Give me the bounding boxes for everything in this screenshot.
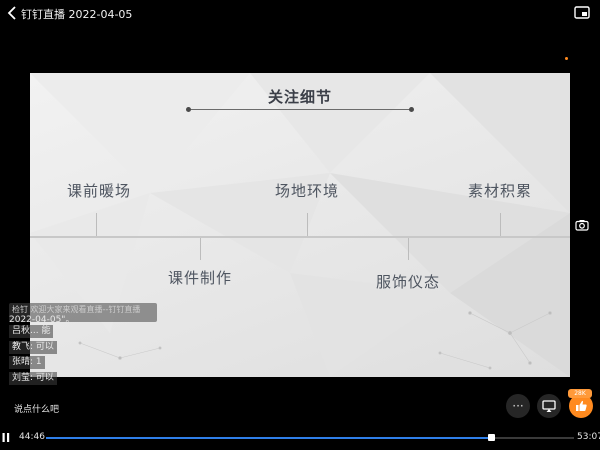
top-bar: 钉钉直播 2022-04-05 xyxy=(0,0,600,26)
chat-system-message-line2: 2022-04-05"。 xyxy=(9,315,75,325)
cast-icon xyxy=(542,400,556,412)
more-icon: ··· xyxy=(512,399,524,413)
item-label-2: 课件制作 xyxy=(168,269,233,287)
more-button[interactable]: ··· xyxy=(506,394,530,418)
item-label-5: 素材积累 xyxy=(468,182,533,200)
back-arrow-icon[interactable] xyxy=(6,5,18,21)
comment-input[interactable]: 说点什么吧 xyxy=(14,402,59,415)
tick-2 xyxy=(200,238,201,260)
item-label-4: 服饰仪态 xyxy=(376,273,441,291)
tick-1 xyxy=(96,213,97,236)
live-indicator-dot xyxy=(565,57,568,60)
chat-message: 吕秋... 能 xyxy=(9,325,54,338)
slide-title: 关注细节 xyxy=(267,88,332,106)
item-label-1: 课前暖场 xyxy=(67,182,132,200)
progress-track[interactable] xyxy=(46,434,574,441)
cast-screen-button[interactable] xyxy=(537,394,561,418)
progress-handle[interactable] xyxy=(488,434,496,441)
title-underline xyxy=(188,109,412,110)
total-time: 53:07 xyxy=(577,432,600,442)
like-count-badge: 28K xyxy=(568,389,592,398)
stream-title: 钉钉直播 2022-04-05 xyxy=(21,8,133,21)
tick-5 xyxy=(500,213,501,236)
pause-icon[interactable] xyxy=(2,433,10,442)
chat-message: 教飞: 可以 xyxy=(9,341,57,354)
timeline-line xyxy=(30,236,570,238)
item-label-3: 场地环境 xyxy=(275,182,340,200)
title-line-dot-right xyxy=(409,107,414,112)
chat-message: 张晴: 1 xyxy=(9,356,45,369)
picture-in-picture-icon[interactable] xyxy=(573,4,591,22)
slide-background-pattern xyxy=(30,73,570,377)
tick-3 xyxy=(307,213,308,236)
chat-message: 刘莹: 可以 xyxy=(9,372,57,385)
presentation-slide: 关注细节 课前暖场 场地环境 素材积累 课件制作 服饰仪态 xyxy=(30,73,570,377)
camera-icon[interactable] xyxy=(575,218,589,232)
progress-fill xyxy=(46,437,492,439)
tick-4 xyxy=(408,238,409,260)
title-line-dot-left xyxy=(186,107,191,112)
current-time: 44:46 xyxy=(19,432,45,442)
